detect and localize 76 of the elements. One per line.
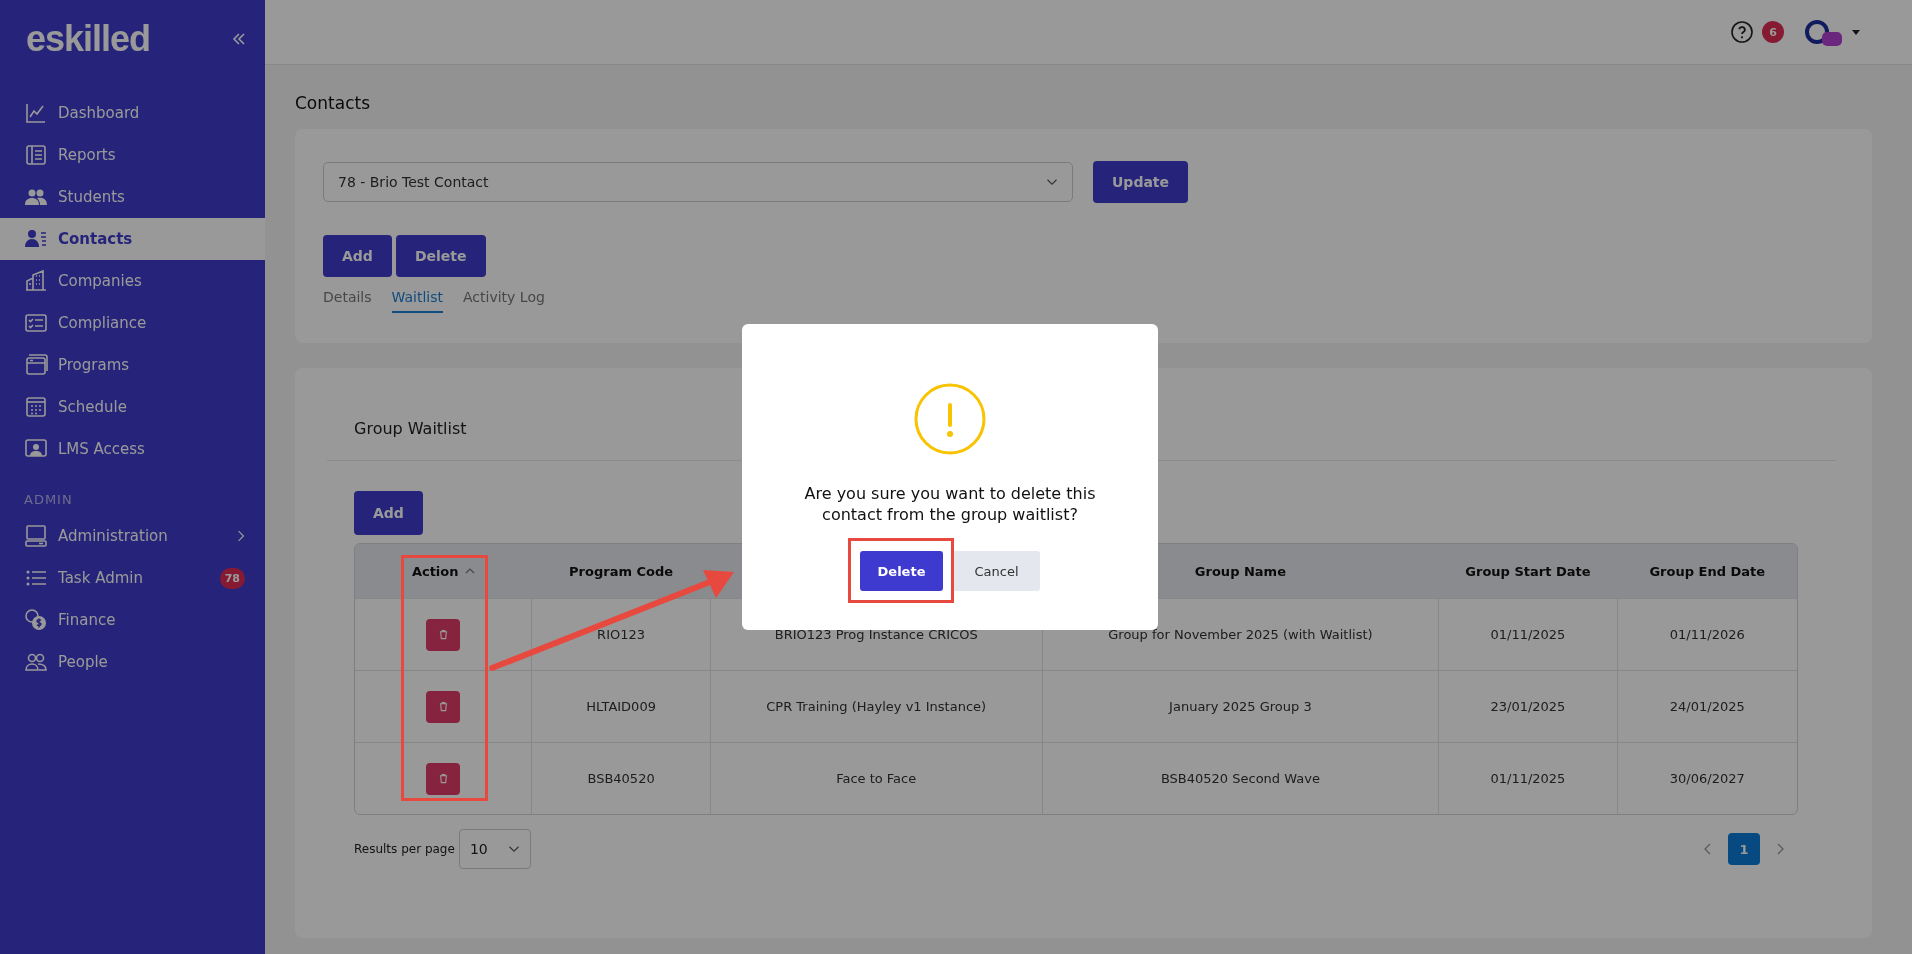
- help-icon[interactable]: [1730, 20, 1754, 44]
- sidebar-item[interactable]: Dashboard: [0, 92, 265, 134]
- column-header: Program Code: [569, 563, 674, 579]
- column-header: Group End Date: [1649, 563, 1766, 579]
- delete-row-button[interactable]: [426, 618, 461, 651]
- section-title: Group Waitlist: [354, 419, 468, 438]
- sidebar-item[interactable]: Task Admin 78: [0, 557, 265, 599]
- contact-select[interactable]: 78 - Brio Test Contact: [323, 162, 1073, 202]
- table-cell: 01/11/2025: [1490, 771, 1566, 786]
- table-cell: January 2025 Group 3: [1169, 699, 1312, 714]
- table-cell: 01/11/2025: [1490, 627, 1566, 642]
- collapse-icon[interactable]: [231, 31, 247, 47]
- table-cell: BRIO123 Prog Instance CRICOS: [774, 627, 978, 642]
- page-title: Contacts: [295, 93, 371, 113]
- report-icon: [24, 143, 48, 167]
- action-button[interactable]: Delete: [395, 235, 486, 277]
- tab[interactable]: Waitlist: [391, 289, 443, 313]
- next-page-icon[interactable]: [1776, 843, 1784, 855]
- table-cell: Group for November 2025 (with Waitlist): [1108, 627, 1373, 642]
- action-button[interactable]: Add: [323, 235, 392, 277]
- page-button[interactable]: 1: [1728, 833, 1760, 865]
- trash-icon: [437, 629, 449, 640]
- warning-icon: [914, 383, 986, 455]
- table-cell: CPR Training (Hayley v1 Instance): [766, 699, 987, 714]
- table-cell: HLTAID009: [586, 699, 656, 714]
- trash-icon: [437, 773, 449, 784]
- sidebar-item[interactable]: Contacts: [0, 218, 265, 260]
- column-header[interactable]: Action: [411, 563, 459, 579]
- logo: eskilled: [26, 18, 151, 60]
- sidebar-item[interactable]: Programs: [0, 344, 265, 386]
- line-chart-icon: [24, 101, 48, 125]
- delete-row-button[interactable]: [426, 690, 461, 723]
- sidebar-item[interactable]: LMS Access: [0, 428, 265, 470]
- tab[interactable]: Details: [323, 289, 372, 313]
- update-button[interactable]: Update: [1093, 161, 1189, 203]
- table-cell: BSB40520 Second Wave: [1160, 771, 1320, 786]
- cancel-button[interactable]: Cancel: [953, 551, 1040, 591]
- sidebar-item[interactable]: Administration: [0, 515, 265, 557]
- count-badge: 78: [219, 567, 245, 589]
- computer-icon: [24, 524, 48, 548]
- table-cell: 24/01/2025: [1669, 699, 1745, 714]
- dialog-message: Are you sure you want to delete this contact from the group waitlist?: [803, 483, 1097, 525]
- notification-badge[interactable]: 6: [1762, 21, 1784, 43]
- chevron-down-icon: [1046, 178, 1058, 186]
- sidebar-item[interactable]: People: [0, 641, 265, 683]
- table-cell: 23/01/2025: [1490, 699, 1566, 714]
- tab[interactable]: Activity Log: [463, 289, 545, 313]
- sidebar-item[interactable]: Companies: [0, 260, 265, 302]
- previous-page-icon[interactable]: [1704, 843, 1712, 855]
- checklist-icon: [24, 311, 48, 335]
- table-cell: 01/11/2026: [1669, 627, 1745, 642]
- sidebar-item[interactable]: Schedule: [0, 386, 265, 428]
- trash-icon: [437, 701, 449, 712]
- results-per-page-label: Results per page: [354, 842, 455, 856]
- caret-icon[interactable]: [1852, 29, 1860, 35]
- sidebar-item[interactable]: Reports: [0, 134, 265, 176]
- column-header: Group Start Date: [1465, 563, 1591, 579]
- chevron-down-icon: [507, 845, 520, 853]
- sort-up-icon[interactable]: [464, 568, 475, 574]
- page-size-select[interactable]: 10: [458, 829, 531, 869]
- add-button[interactable]: Add: [354, 491, 423, 535]
- table-cell: Face to Face: [836, 771, 917, 786]
- table-cell: 30/06/2027: [1669, 771, 1745, 786]
- sidebar-item[interactable]: Students: [0, 176, 265, 218]
- coins-icon: [24, 608, 48, 632]
- window-icon: [24, 353, 48, 377]
- sidebar-item[interactable]: Finance: [0, 599, 265, 641]
- table-cell: RIO123: [597, 627, 646, 642]
- section-heading: ADMIN: [23, 491, 74, 509]
- building-icon: [24, 269, 48, 293]
- sidebar-item[interactable]: Compliance: [0, 302, 265, 344]
- confirm-delete-button[interactable]: Delete: [860, 551, 943, 591]
- table-cell: BSB40520: [587, 771, 655, 786]
- delete-row-button[interactable]: [426, 762, 461, 795]
- calendar-icon: [24, 395, 48, 419]
- column-header: Group Name: [1194, 563, 1286, 579]
